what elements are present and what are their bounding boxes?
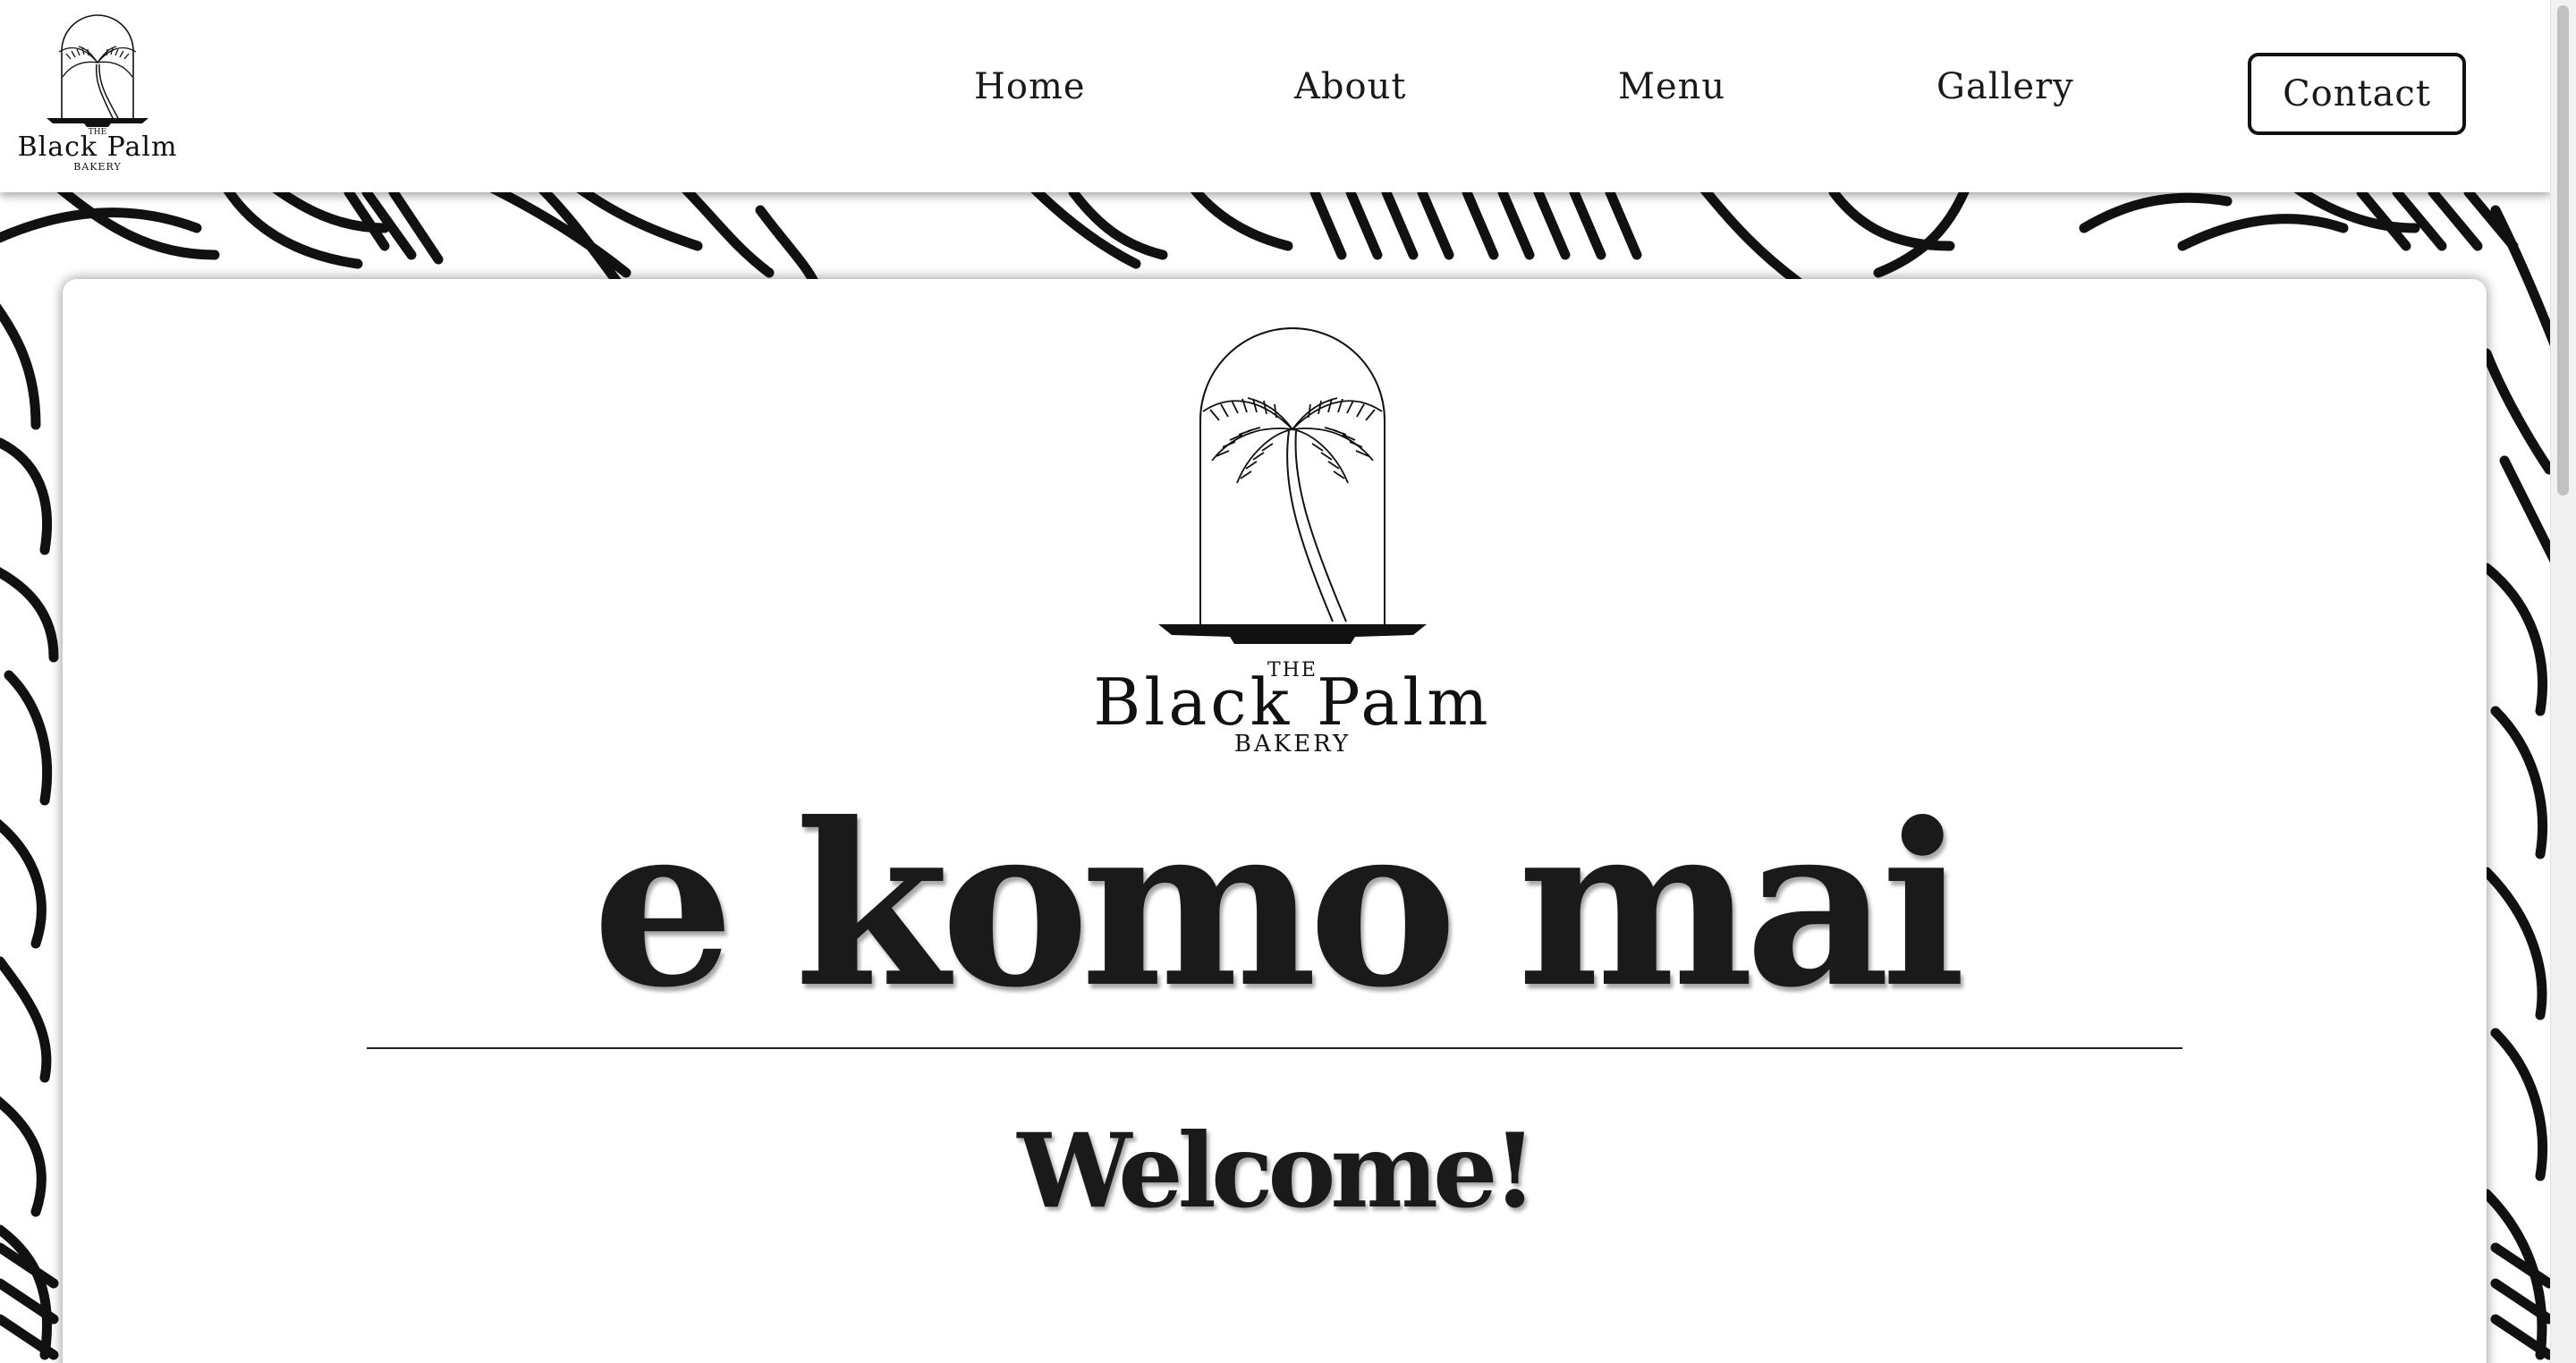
hero-logo-bakery-text: BAKERY — [1234, 731, 1351, 751]
nav-link-home[interactable]: Home — [974, 66, 1086, 107]
nav-link-about[interactable]: About — [1294, 66, 1406, 107]
nav-link-gallery[interactable]: Gallery — [1936, 66, 2074, 107]
hero-title: e komo mai — [592, 774, 1966, 1037]
hero-logo-name-text: Black Palm — [1093, 665, 1491, 740]
nav-link-menu[interactable]: Menu — [1618, 66, 1725, 107]
hero-logo: THE Black Palm BAKERY — [1069, 322, 1516, 758]
hero-subtitle: Welcome! — [1017, 1111, 1537, 1231]
nav-links: Home About Menu Gallery Contact — [0, 0, 2551, 192]
top-navigation-bar: THE Black Palm BAKERY Home About Menu Ga… — [0, 0, 2551, 192]
scrollbar-thumb[interactable] — [2557, 5, 2569, 495]
page: THE Black Palm BAKERY Home About Menu Ga… — [0, 0, 2576, 1363]
page-scrollbar[interactable] — [2550, 0, 2576, 1363]
palm-tree-logo-icon: THE Black Palm BAKERY — [1093, 327, 1491, 758]
contact-button[interactable]: Contact — [2248, 53, 2466, 135]
hero-card: THE Black Palm BAKERY e komo mai Welcome… — [63, 279, 2487, 1363]
hero-divider — [367, 1047, 2182, 1049]
